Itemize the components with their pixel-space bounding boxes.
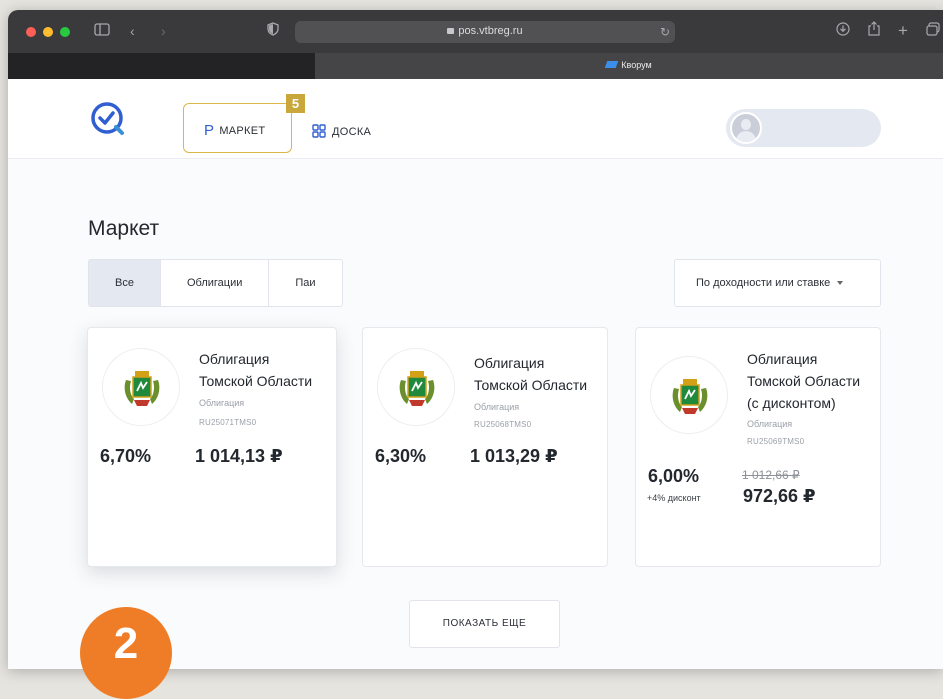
grid-icon xyxy=(312,124,326,138)
page-title: Маркет xyxy=(88,217,160,240)
card-isin: RU25069TMS0 xyxy=(747,437,805,446)
close-window-button[interactable] xyxy=(26,27,36,37)
emblem-icon xyxy=(377,348,455,426)
card-rate: 6,70% xyxy=(100,446,152,466)
back-icon[interactable]: ‹ xyxy=(130,21,135,41)
card-kind: Облигация xyxy=(747,419,793,429)
tab-inactive[interactable] xyxy=(8,53,315,79)
favicon-icon xyxy=(605,61,619,68)
zoom-window-button[interactable] xyxy=(60,27,70,37)
step-badge: 2 xyxy=(80,607,172,699)
download-icon[interactable] xyxy=(836,21,850,41)
emblem-icon xyxy=(102,348,180,426)
tabs-overview-icon[interactable] xyxy=(926,21,940,41)
discount-note: +4% дисконт xyxy=(647,493,701,503)
forward-icon[interactable]: › xyxy=(161,21,166,41)
tab-all[interactable]: Все xyxy=(89,260,161,306)
nav-market-label: МАРКЕТ xyxy=(219,125,266,137)
browser-titlebar: ‹ › pos.vtbreg.ru ↻ + xyxy=(8,10,943,53)
ruble-icon: Р xyxy=(204,122,215,139)
privacy-shield-icon[interactable] xyxy=(267,21,279,41)
minimize-window-button[interactable] xyxy=(43,27,53,37)
card-price: 972,66 ₽ xyxy=(743,486,816,506)
page-content: Р МАРКЕТ 5 ДОСКА Маркет Все Облигации Паи xyxy=(8,79,943,669)
reload-icon[interactable]: ↻ xyxy=(660,22,670,42)
nav-board-button[interactable]: ДОСКА xyxy=(312,121,371,138)
sidebar-toggle-icon[interactable] xyxy=(94,21,110,41)
card-old-price: 1 012,66 ₽ xyxy=(742,468,800,482)
card-price: 1 013,29 ₽ xyxy=(470,446,558,466)
url-text: pos.vtbreg.ru xyxy=(458,25,523,37)
share-icon[interactable] xyxy=(868,21,880,41)
card-price: 1 014,13 ₽ xyxy=(195,446,283,466)
show-more-button[interactable]: ПОКАЗАТЬ ЕЩЕ xyxy=(409,600,560,648)
nav-board-label: ДОСКА xyxy=(332,126,372,138)
top-navigation: Р МАРКЕТ 5 ДОСКА xyxy=(8,79,943,159)
new-tab-icon[interactable]: + xyxy=(898,21,908,41)
annotation-badge: 5 xyxy=(286,94,305,113)
sort-label: По доходности или ставке xyxy=(696,277,831,289)
nav-market-button[interactable]: Р МАРКЕТ xyxy=(183,103,292,153)
tab-strip: Кворум xyxy=(8,53,943,79)
browser-window: ‹ › pos.vtbreg.ru ↻ + Кворум Р МАРКЕТ 5 … xyxy=(8,10,943,669)
sort-dropdown[interactable]: По доходности или ставке xyxy=(674,259,881,307)
chevron-down-icon xyxy=(837,281,844,285)
lock-icon xyxy=(447,28,455,34)
card-rate: 6,00% xyxy=(648,466,700,486)
user-menu[interactable] xyxy=(726,109,881,147)
logo-icon[interactable] xyxy=(88,99,130,141)
emblem-icon xyxy=(650,356,728,434)
card-kind: Облигация xyxy=(199,398,245,408)
card-isin: RU25068TMS0 xyxy=(474,420,532,429)
address-bar[interactable]: pos.vtbreg.ru ↻ xyxy=(295,21,675,43)
card-kind: Облигация xyxy=(474,402,520,412)
bond-card[interactable]: Облигация Томской Области (с дисконтом) … xyxy=(635,327,881,567)
tab-title: Кворум xyxy=(621,60,652,70)
tab-active[interactable]: Кворум xyxy=(315,53,943,79)
card-rate: 6,30% xyxy=(375,446,427,466)
avatar[interactable] xyxy=(730,112,762,144)
bond-card[interactable]: Облигация Томской Области Облигация RU25… xyxy=(362,327,608,567)
filter-tabs: Все Облигации Паи xyxy=(88,259,343,307)
card-isin: RU25071TMS0 xyxy=(199,418,257,427)
tab-funds[interactable]: Паи xyxy=(269,260,341,306)
card-title: Облигация Томской Области xyxy=(199,351,313,389)
tab-bonds[interactable]: Облигации xyxy=(161,260,270,306)
bond-card[interactable]: Облигация Томской Области Облигация RU25… xyxy=(87,327,337,567)
card-title: Облигация Томской Области (с дисконтом) xyxy=(747,351,861,411)
card-title: Облигация Томской Области xyxy=(474,355,588,393)
